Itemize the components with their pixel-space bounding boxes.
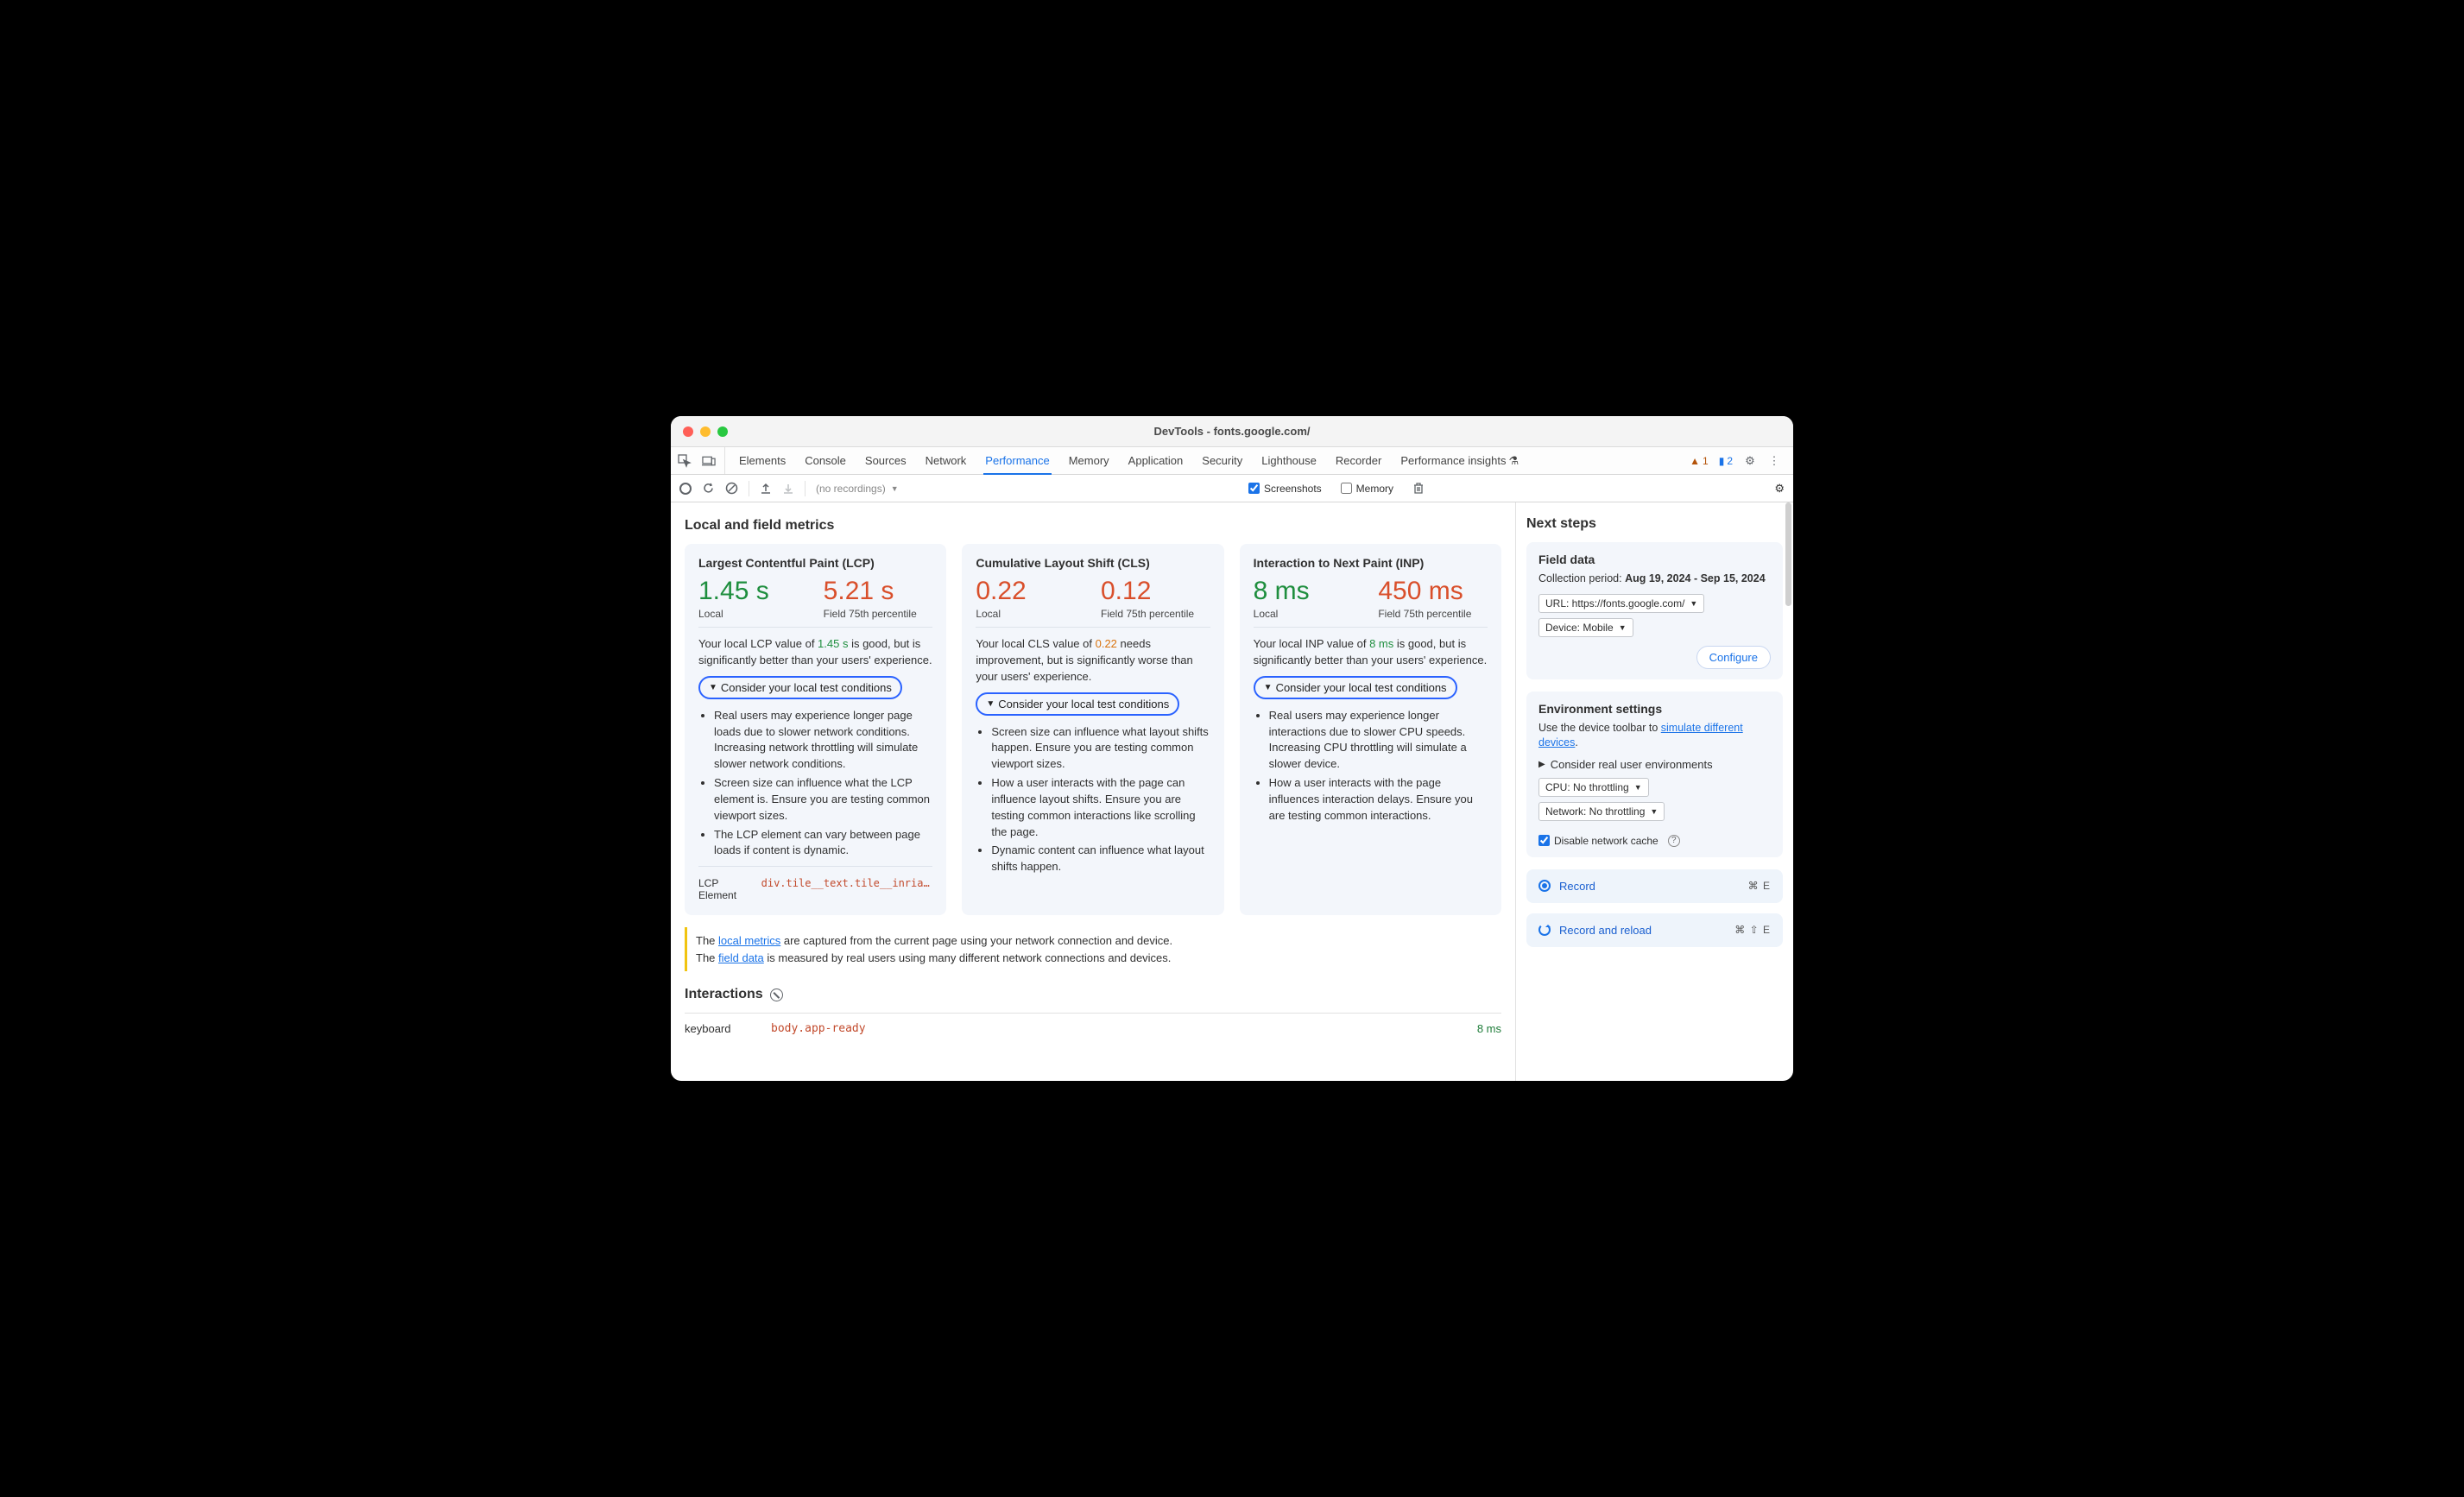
local-metrics-link[interactable]: local metrics (718, 934, 780, 947)
main-pane: Local and field metrics Largest Contentf… (671, 502, 1515, 1081)
clear-icon[interactable] (770, 989, 783, 1001)
reload-icon (1538, 924, 1551, 936)
tab-memory[interactable]: Memory (1067, 448, 1111, 474)
interaction-row[interactable]: keyboard body.app-ready 8 ms (685, 1013, 1501, 1044)
inspect-icon[interactable] (678, 454, 692, 468)
inp-local-value: 8 ms (1254, 578, 1363, 604)
upload-icon[interactable] (760, 483, 772, 495)
inp-field-value: 450 ms (1378, 578, 1488, 604)
next-steps-heading: Next steps (1526, 516, 1783, 532)
lcp-title: Largest Contentful Paint (LCP) (698, 556, 932, 570)
inp-title: Interaction to Next Paint (INP) (1254, 556, 1488, 570)
scrollbar[interactable] (1785, 502, 1791, 606)
tab-performance[interactable]: Performance (983, 448, 1051, 475)
record-action[interactable]: Record ⌘ E (1526, 869, 1783, 903)
cpu-throttle-dropdown[interactable]: CPU: No throttling▼ (1538, 778, 1649, 797)
traffic-lights (683, 426, 728, 437)
device-dropdown[interactable]: Device: Mobile▼ (1538, 618, 1633, 637)
tab-elements[interactable]: Elements (737, 448, 787, 474)
tab-network[interactable]: Network (924, 448, 969, 474)
record-icon (1538, 880, 1551, 892)
download-icon[interactable] (782, 483, 794, 495)
tab-lighthouse[interactable]: Lighthouse (1260, 448, 1318, 474)
flask-icon: ⚗ (1508, 454, 1519, 467)
memory-checkbox[interactable]: Memory (1341, 483, 1393, 495)
configure-button[interactable]: Configure (1696, 646, 1771, 669)
reload-icon[interactable] (702, 482, 715, 495)
interactions-heading: Interactions (685, 987, 1501, 1002)
cls-description: Your local CLS value of 0.22 needs impro… (976, 636, 1210, 685)
devtools-window: DevTools - fonts.google.com/ Elements Co… (671, 416, 1793, 1081)
environment-panel: Environment settings Use the device tool… (1526, 692, 1783, 857)
close-icon[interactable] (683, 426, 693, 437)
lcp-local-value: 1.45 s (698, 578, 808, 604)
inp-bullets: Real users may experience longer interac… (1269, 708, 1488, 824)
minimize-icon[interactable] (700, 426, 711, 437)
titlebar: DevTools - fonts.google.com/ (671, 416, 1793, 447)
lcp-element-label: LCP Element (698, 877, 755, 901)
network-throttle-dropdown[interactable]: Network: No throttling▼ (1538, 802, 1665, 821)
recordings-dropdown[interactable]: (no recordings)▼ (816, 483, 899, 495)
settings-icon[interactable]: ⚙ (1743, 454, 1757, 468)
tab-recorder[interactable]: Recorder (1334, 448, 1383, 474)
cls-expand-toggle[interactable]: ▼Consider your local test conditions (976, 692, 1179, 716)
env-expand-toggle[interactable]: ▶Consider real user environments (1538, 758, 1771, 771)
cls-local-value: 0.22 (976, 578, 1085, 604)
lcp-element-selector[interactable]: div.tile__text.tile__inria_san (761, 877, 933, 901)
messages-badge[interactable]: ▮2 (1719, 455, 1733, 467)
metrics-footnote: The local metrics are captured from the … (685, 927, 1501, 971)
cls-card: Cumulative Layout Shift (CLS) 0.22 Local… (962, 544, 1223, 915)
perf-toolbar: (no recordings)▼ Screenshots Memory ⚙ (671, 475, 1793, 502)
tab-sources[interactable]: Sources (863, 448, 908, 474)
cls-title: Cumulative Layout Shift (CLS) (976, 556, 1210, 570)
clear-icon[interactable] (725, 482, 738, 495)
inp-expand-toggle[interactable]: ▼Consider your local test conditions (1254, 676, 1457, 699)
side-pane: Next steps Field data Collection period:… (1515, 502, 1793, 1081)
tab-console[interactable]: Console (803, 448, 848, 474)
field-data-panel: Field data Collection period: Aug 19, 20… (1526, 542, 1783, 679)
tab-insights[interactable]: Performance insights⚗ (1399, 448, 1520, 474)
lcp-field-value: 5.21 s (824, 578, 933, 604)
cls-field-value: 0.12 (1101, 578, 1210, 604)
window-title: DevTools - fonts.google.com/ (671, 425, 1793, 438)
lcp-description: Your local LCP value of 1.45 s is good, … (698, 636, 932, 669)
disable-cache-checkbox[interactable]: Disable network cache? (1538, 835, 1762, 847)
maximize-icon[interactable] (717, 426, 728, 437)
url-dropdown[interactable]: URL: https://fonts.google.com/▼ (1538, 594, 1704, 613)
trash-icon[interactable] (1412, 482, 1425, 495)
cls-bullets: Screen size can influence what layout sh… (991, 724, 1210, 876)
tab-application[interactable]: Application (1127, 448, 1185, 474)
lcp-expand-toggle[interactable]: ▼Consider your local test conditions (698, 676, 902, 699)
device-toolbar-icon[interactable] (702, 454, 716, 468)
lcp-bullets: Real users may experience longer page lo… (714, 708, 932, 860)
record-button-icon[interactable] (679, 483, 692, 495)
tab-security[interactable]: Security (1200, 448, 1244, 474)
lcp-card: Largest Contentful Paint (LCP) 1.45 s Lo… (685, 544, 946, 915)
panel-tabbar: Elements Console Sources Network Perform… (671, 447, 1793, 475)
record-reload-action[interactable]: Record and reload ⌘ ⇧ E (1526, 913, 1783, 947)
toolbar-settings-icon[interactable]: ⚙ (1774, 482, 1785, 496)
field-data-link[interactable]: field data (718, 951, 764, 964)
metrics-heading: Local and field metrics (685, 518, 1501, 534)
warnings-badge[interactable]: ▲1 (1690, 455, 1709, 467)
kebab-icon[interactable]: ⋮ (1767, 454, 1781, 468)
inp-description: Your local INP value of 8 ms is good, bu… (1254, 636, 1488, 669)
inp-card: Interaction to Next Paint (INP) 8 ms Loc… (1240, 544, 1501, 915)
help-icon[interactable]: ? (1668, 835, 1680, 847)
screenshots-checkbox[interactable]: Screenshots (1248, 483, 1322, 495)
